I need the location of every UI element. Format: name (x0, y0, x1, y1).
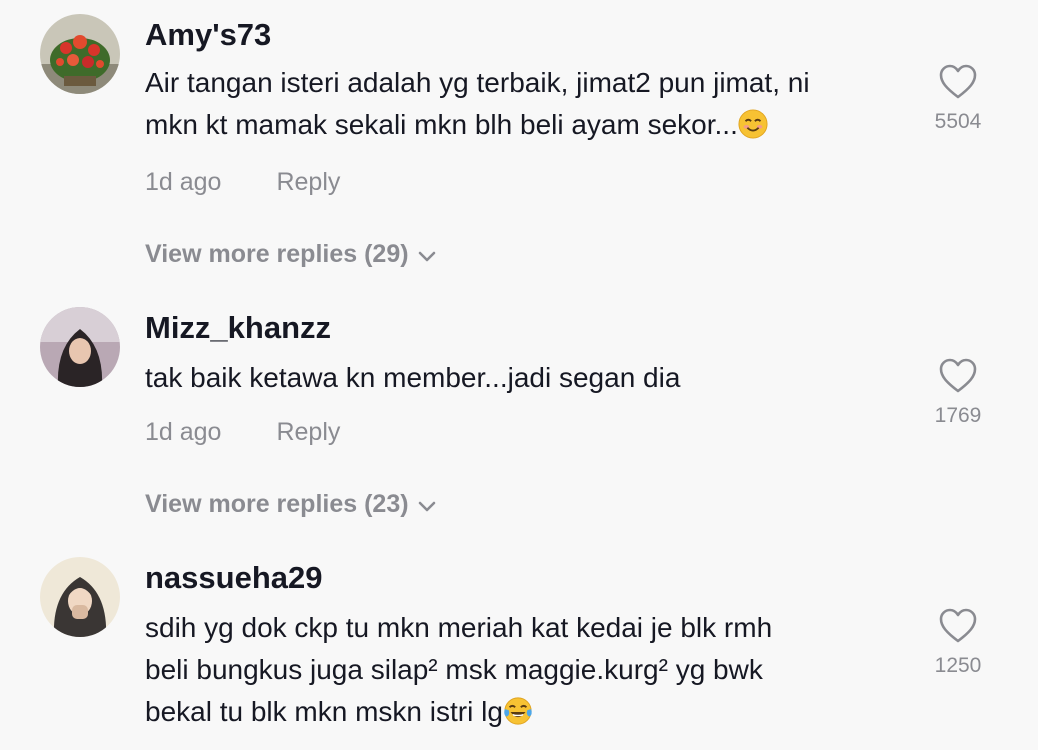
comment-text: Air tangan isteri adalah yg terbaik, jim… (145, 62, 915, 146)
comment-line: bekal tu blk mkn mskn istri lg (145, 691, 915, 733)
profile-avatar-image (40, 307, 120, 387)
like-button[interactable]: 1769 (923, 358, 993, 428)
view-more-label: View more replies (29) (145, 240, 409, 268)
reply-button[interactable]: Reply (276, 418, 340, 446)
chevron-down-icon (418, 251, 435, 262)
comment-meta: 1d ago Reply (145, 418, 340, 447)
comment-line-text: bekal tu blk mkn mskn istri lg (145, 696, 503, 727)
comment-text: sdih yg dok ckp tu mkn meriah kat kedai … (145, 607, 915, 733)
username[interactable]: Amy's73 (145, 17, 271, 53)
timestamp: 1d ago (145, 168, 222, 196)
like-count: 5504 (934, 110, 982, 133)
timestamp: 1d ago (145, 418, 222, 446)
comment-text: tak baik ketawa kn member...jadi segan d… (145, 357, 915, 399)
reply-button[interactable]: Reply (276, 168, 340, 196)
view-more-replies-button[interactable]: View more replies (29) (145, 240, 437, 269)
avatar[interactable] (40, 14, 120, 94)
avatar[interactable] (40, 557, 120, 637)
comment-line: beli bungkus juga silap² msk maggie.kurg… (145, 654, 763, 685)
comment-line-text: mkn kt mamak sekali mkn blh beli ayam se… (145, 109, 738, 140)
comment-line: tak baik ketawa kn member...jadi segan d… (145, 362, 681, 393)
heart-icon (939, 64, 977, 99)
view-more-label: View more replies (23) (145, 490, 409, 518)
chevron-down-icon (418, 501, 435, 512)
like-count: 1250 (934, 654, 982, 677)
tears-of-joy-emoji-icon (504, 697, 532, 725)
username[interactable]: Mizz_khanzz (145, 310, 331, 346)
comment-line: Air tangan isteri adalah yg terbaik, jim… (145, 67, 810, 98)
username[interactable]: nassueha29 (145, 560, 323, 596)
view-more-replies-button[interactable]: View more replies (23) (145, 490, 437, 519)
flower-avatar-image (40, 14, 120, 94)
heart-icon (939, 358, 977, 393)
comment-line: sdih yg dok ckp tu mkn meriah kat kedai … (145, 612, 773, 643)
like-count: 1769 (934, 404, 982, 427)
comment-meta: 1d ago Reply (145, 168, 340, 197)
like-button[interactable]: 1250 (923, 608, 993, 678)
smiling-face-emoji-icon (738, 109, 768, 139)
avatar[interactable] (40, 307, 120, 387)
like-button[interactable]: 5504 (923, 64, 993, 134)
profile-avatar-image (40, 557, 120, 637)
comment-line: mkn kt mamak sekali mkn blh beli ayam se… (145, 104, 915, 146)
heart-icon (939, 608, 977, 643)
